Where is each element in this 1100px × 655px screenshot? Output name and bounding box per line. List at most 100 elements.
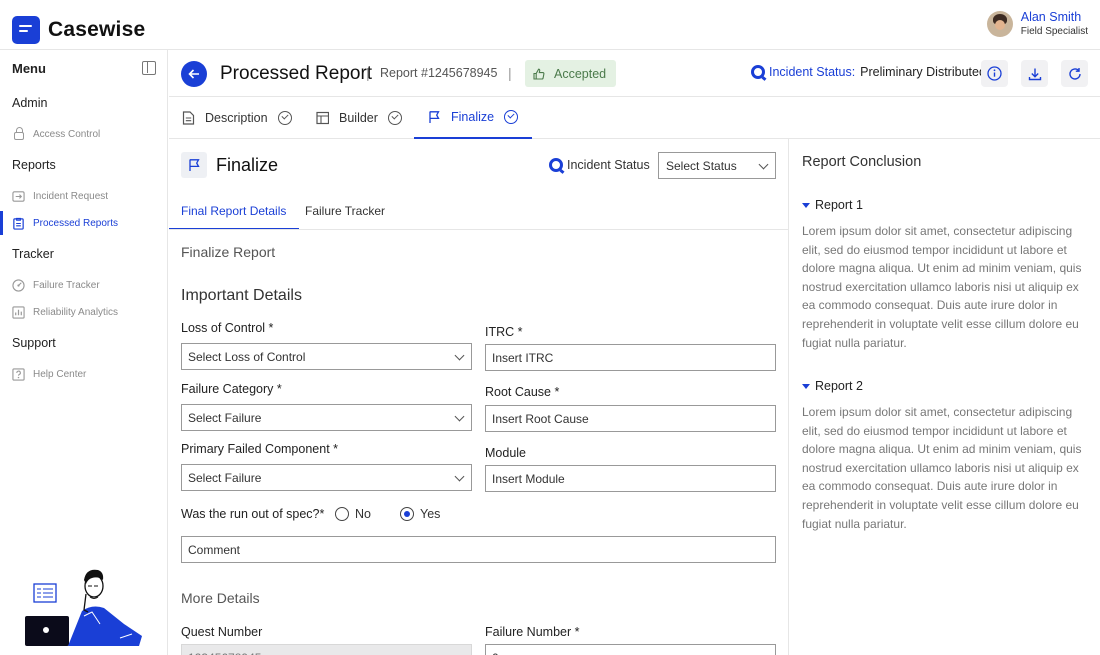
tab-label: Finalize xyxy=(451,110,495,124)
radio-yes[interactable] xyxy=(400,507,414,521)
module-input[interactable]: Insert Module xyxy=(485,465,776,492)
flag-icon xyxy=(429,111,440,123)
status-badge: Accepted xyxy=(525,60,616,87)
arrow-left-icon xyxy=(188,69,199,79)
info-button[interactable] xyxy=(981,60,1008,87)
primary-failed-component-value: Select Failure xyxy=(188,471,262,485)
more-details-heading: More Details xyxy=(181,590,260,606)
subtab-failure-tracker[interactable]: Failure Tracker xyxy=(305,198,385,230)
section-tracker: Tracker xyxy=(12,247,54,261)
failure-number-input[interactable]: 0 xyxy=(485,644,776,655)
user-profile[interactable]: Alan Smith Field Specialist xyxy=(986,10,1088,37)
radio-yes-label: Yes xyxy=(420,507,441,521)
back-button[interactable] xyxy=(181,61,207,87)
download-button[interactable] xyxy=(1021,60,1048,87)
failure-category-value: Select Failure xyxy=(188,411,262,425)
quest-logo-icon xyxy=(751,65,765,79)
lock-icon xyxy=(14,127,24,140)
check-circle-icon xyxy=(504,110,519,124)
menu-title: Menu xyxy=(12,61,46,76)
user-name: Alan Smith xyxy=(1020,10,1082,24)
inbox-arrow-icon xyxy=(12,190,25,202)
clipboard-icon xyxy=(13,217,24,230)
loss-of-control-value: Select Loss of Control xyxy=(188,350,306,364)
quest-logo-icon xyxy=(549,158,563,172)
sidebar-item-failure-tracker[interactable]: Failure Tracker xyxy=(0,273,167,297)
sidebar-item-reliability-analytics[interactable]: Reliability Analytics xyxy=(0,300,167,324)
caret-down-icon xyxy=(802,383,810,389)
finalize-status: Incident Status xyxy=(549,158,650,172)
failure-number-label: Failure Number * xyxy=(485,625,580,639)
logo-icon xyxy=(12,16,40,44)
sidebar-item-incident-request[interactable]: Incident Request xyxy=(0,184,167,208)
itrc-input[interactable]: Insert ITRC xyxy=(485,344,776,371)
tab-finalize[interactable]: Finalize xyxy=(414,97,533,139)
sidebar: Menu Admin Access Control Reports Incide… xyxy=(0,50,168,655)
refresh-icon xyxy=(1068,67,1081,80)
subtab-final-report-details[interactable]: Final Report Details xyxy=(169,198,300,230)
report-number: Report #1245678945 xyxy=(380,66,498,80)
report-2-toggle[interactable]: Report 2 xyxy=(802,379,863,393)
section-admin: Admin xyxy=(12,96,48,110)
chevron-down-icon xyxy=(454,411,465,422)
module-label: Module xyxy=(485,446,526,460)
important-details-heading: Important Details xyxy=(181,287,302,304)
incident-status-label: Incident Status: xyxy=(769,65,856,79)
tab-label: Description xyxy=(205,111,268,125)
flag-icon xyxy=(181,152,207,178)
top-bar: Casewise Alan Smith Field Specialist xyxy=(0,0,1100,50)
sidebar-item-help-center[interactable]: Help Center xyxy=(0,362,167,386)
thumbs-up-icon xyxy=(533,68,545,80)
loss-of-control-select[interactable]: Select Loss of Control xyxy=(181,343,472,370)
incident-status-label: Incident Status xyxy=(567,158,650,172)
quest-number-input: 12345678945 xyxy=(181,644,472,655)
chevron-down-icon xyxy=(454,471,465,482)
gauge-icon xyxy=(12,278,25,292)
user-role: Field Specialist xyxy=(1020,26,1088,37)
failure-category-select[interactable]: Select Failure xyxy=(181,404,472,431)
sidebar-collapse-icon[interactable] xyxy=(142,61,156,75)
report-title: Report 1 xyxy=(815,198,863,212)
report-conclusion-panel: Report Conclusion Report 1 Lorem ipsum d… xyxy=(790,139,1100,655)
radio-no[interactable] xyxy=(335,507,349,521)
report-text: Lorem ipsum dolor sit amet, consectetur … xyxy=(802,224,1082,350)
primary-failed-component-select[interactable]: Select Failure xyxy=(181,464,472,491)
divider: | xyxy=(366,65,370,81)
status-select[interactable]: Select Status xyxy=(658,152,776,179)
tab-builder[interactable]: Builder xyxy=(316,97,402,139)
chevron-down-icon xyxy=(758,159,769,170)
check-circle-icon xyxy=(277,111,292,125)
tab-description[interactable]: Description xyxy=(182,97,292,139)
panel-title: Report Conclusion xyxy=(802,154,922,170)
section-reports: Reports xyxy=(12,158,56,172)
section-support: Support xyxy=(12,336,56,350)
sidebar-item-processed-reports[interactable]: Processed Reports xyxy=(0,211,167,235)
itrc-label: ITRC * xyxy=(485,325,523,339)
finalize-report-heading: Finalize Report xyxy=(181,244,276,260)
primary-failed-component-label: Primary Failed Component * xyxy=(181,442,339,456)
comment-input[interactable]: Comment xyxy=(181,536,776,563)
sidebar-item-label: Failure Tracker xyxy=(33,279,100,291)
report-header: Processed Report | Report #1245678945 | … xyxy=(169,50,1100,97)
divider xyxy=(169,229,788,230)
incident-status-value: Preliminary Distributed xyxy=(860,65,986,79)
spec-question: Was the run out of spec?* xyxy=(181,507,325,521)
info-icon xyxy=(987,66,1002,81)
status-badge-label: Accepted xyxy=(554,66,607,81)
finalize-panel: Finalize Incident Status Select Status F… xyxy=(169,139,789,655)
incident-status: Incident Status: Preliminary Distributed xyxy=(751,65,986,79)
report-text: Lorem ipsum dolor sit amet, consectetur … xyxy=(802,405,1082,531)
avatar xyxy=(986,10,1013,37)
app-logo[interactable]: Casewise xyxy=(12,16,145,44)
check-circle-icon xyxy=(387,111,402,125)
document-icon xyxy=(182,111,195,125)
sidebar-item-access-control[interactable]: Access Control xyxy=(0,122,167,146)
table-icon xyxy=(316,111,329,125)
chevron-down-icon xyxy=(454,350,465,361)
sidebar-item-label: Processed Reports xyxy=(33,217,119,229)
divider: | xyxy=(508,65,512,81)
app-name: Casewise xyxy=(48,18,146,41)
report-1-toggle[interactable]: Report 1 xyxy=(802,198,863,212)
root-cause-input[interactable]: Insert Root Cause xyxy=(485,405,776,432)
refresh-button[interactable] xyxy=(1061,60,1088,87)
